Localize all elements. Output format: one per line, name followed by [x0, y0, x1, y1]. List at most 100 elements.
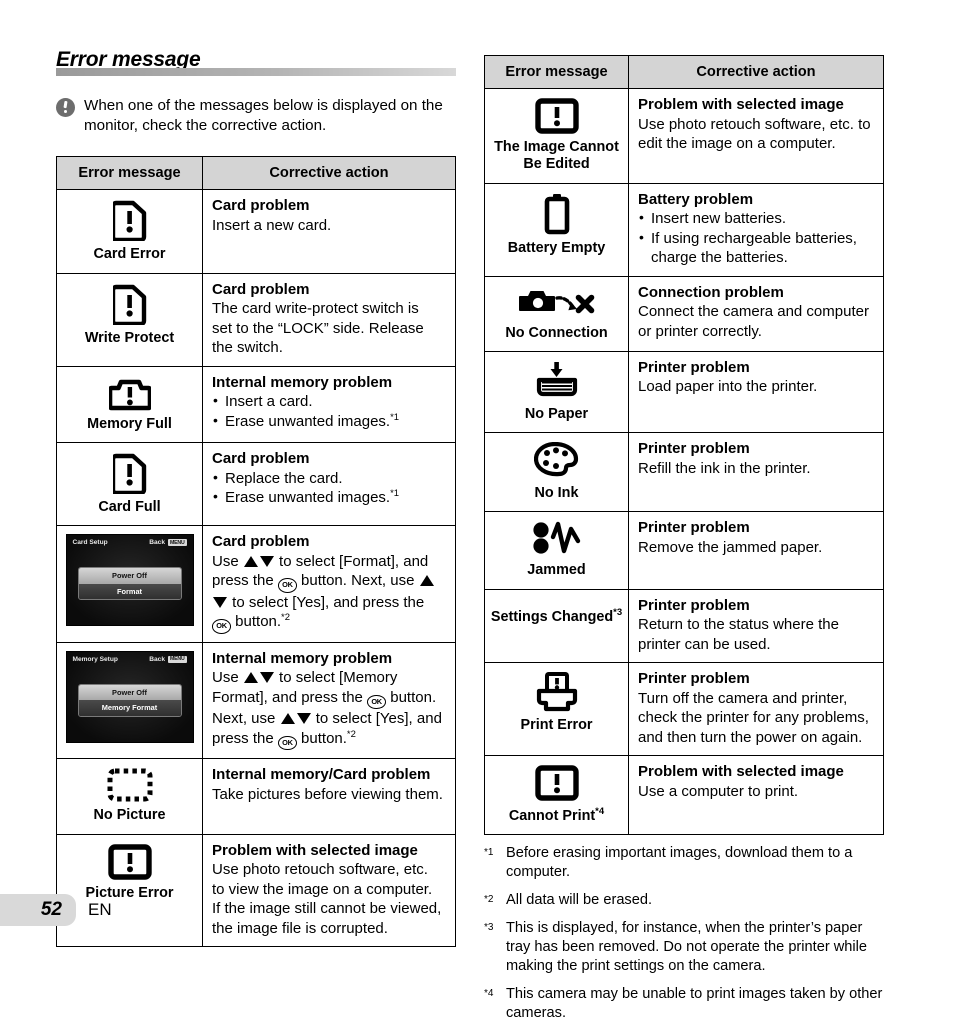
action-title: Problem with selected image — [638, 763, 844, 781]
lcd-menu-list: Power Off Format — [77, 567, 182, 601]
action-bullet: Erase unwanted images.*1 — [212, 487, 447, 508]
right-column: Error message Corrective action The Imag… — [484, 55, 884, 1032]
message-cell: The Image Cannot Be Edited — [484, 88, 629, 184]
action-cell: Connection problem Connect the camera an… — [628, 275, 884, 352]
action-title: Printer problem — [638, 358, 750, 376]
message-cell: Card Setup Back MENU Power Off Format — [56, 525, 203, 643]
instr-prefix: Use — [212, 552, 239, 570]
message-label: Settings Changed*3 — [491, 607, 622, 626]
action-bullet: Insert a card. — [212, 391, 447, 412]
action-cell: Problem with selected image Use photo re… — [202, 833, 456, 948]
down-triangle-icon — [296, 709, 311, 729]
action-line: If the image still cannot be viewed, — [212, 900, 442, 918]
action-title: Printer problem — [638, 519, 750, 537]
lcd-menu-item: Power Off — [78, 684, 181, 701]
footnote-ref: *1 — [390, 488, 400, 499]
error-table-left: Error message Corrective action Card Err… — [56, 156, 456, 948]
paper-tray-icon — [534, 361, 580, 401]
action-bullet-text: If using rechargeable batteries, charge … — [651, 229, 857, 267]
lcd-menu-list: Power Off Memory Format — [77, 683, 182, 717]
lcd-title: Card Setup — [72, 539, 108, 547]
sd-card-exclamation-icon — [112, 199, 147, 242]
instr-text: Format], and press the — [212, 688, 363, 706]
sd-card-exclamation-icon — [112, 283, 147, 325]
lcd-card-setup-screen: Card Setup Back MENU Power Off Format — [65, 534, 194, 627]
action-bullet: Erase unwanted images.*1 — [212, 411, 447, 432]
action-cell: Problem with selected image Use photo re… — [628, 88, 884, 184]
footnote-ref: *1 — [390, 411, 400, 423]
action-bullet-text: Erase unwanted images. — [225, 412, 391, 430]
lcd-menu-item: Power Off — [78, 568, 181, 584]
action-line: Return to the status where the — [638, 616, 839, 634]
menu-key-icon: MENU — [168, 539, 187, 547]
message-label: Write Protect — [84, 329, 175, 346]
footnote-item: *4 This camera may be unable to print im… — [484, 985, 884, 1023]
action-line: Connect the camera and computer — [638, 303, 869, 321]
message-cell: Settings Changed*3 — [484, 588, 629, 664]
down-triangle-icon — [259, 668, 274, 688]
action-cell: Internal memory/Card problem Take pictur… — [202, 758, 456, 835]
action-title: Battery problem — [638, 190, 754, 208]
action-cell: Problem with selected image Use a comput… — [628, 755, 884, 836]
lcd-title: Memory Setup — [72, 655, 118, 663]
action-title: Card problem — [212, 450, 310, 467]
page-footer: 52 EN — [0, 894, 112, 926]
table-row: Picture Error Problem with selected imag… — [56, 833, 456, 948]
table-row: The Image Cannot Be Edited Problem with … — [484, 88, 884, 184]
action-cell: Card problem Insert a new card. — [202, 189, 456, 274]
framed-exclamation-icon — [534, 98, 579, 134]
message-label: The Image Cannot Be Edited — [494, 139, 619, 173]
action-line: Use a computer to print. — [638, 782, 799, 800]
instr-text: to select [Format], and — [279, 552, 429, 570]
palette-icon — [533, 442, 580, 480]
camera-exclamation-icon — [108, 376, 151, 411]
table-row: Memory Full Internal memory problem Inse… — [56, 365, 456, 444]
action-title: Card problem — [212, 197, 310, 215]
lcd-menu-item: Format — [78, 583, 181, 600]
action-title: Internal memory/Card problem — [212, 766, 431, 784]
lcd-titlebar: Memory Setup Back MENU — [72, 655, 187, 663]
action-bullet: Replace the card. — [212, 468, 447, 489]
message-cell: Battery Empty — [484, 182, 629, 277]
action-cell: Card problem The card write-protect swit… — [202, 272, 456, 367]
up-triangle-icon — [243, 668, 258, 688]
table-header-row: Error message Corrective action — [56, 156, 456, 191]
action-line: printer can be used. — [638, 635, 771, 653]
action-bullet-text: Replace the card. — [225, 469, 343, 487]
instr-prefix: Use — [212, 669, 239, 687]
message-label: Jammed — [527, 562, 586, 579]
footnote-text: This is displayed, for instance, when th… — [506, 920, 867, 975]
message-label: No Paper — [524, 405, 589, 422]
footnote-text: All data will be erased. — [506, 892, 653, 909]
table-row: Card Setup Back MENU Power Off Format Ca… — [56, 525, 456, 643]
action-line: set to the “LOCK” side. Release — [212, 319, 424, 337]
left-column: Error message When one of the messages b… — [56, 48, 456, 948]
action-bullet-text: Insert new batteries. — [651, 210, 787, 228]
table-row: Card Full Card problem Replace the card.… — [56, 441, 456, 527]
message-cell: Write Protect — [56, 272, 203, 367]
action-cell: Card problem Replace the card. Erase unw… — [202, 441, 456, 527]
up-triangle-icon — [243, 552, 258, 572]
up-triangle-icon — [419, 571, 434, 591]
message-cell: No Picture — [56, 758, 203, 835]
action-cell: Printer problem Load paper into the prin… — [628, 350, 884, 434]
table-row: Battery Empty Battery problem Insert new… — [484, 182, 884, 277]
footnote-mark: *1 — [484, 847, 494, 859]
message-cell: Card Error — [56, 189, 203, 274]
footnote-ref: *2 — [281, 612, 291, 624]
footnote-item: *3 This is displayed, for instance, when… — [484, 919, 884, 976]
message-cell: Print Error — [484, 662, 629, 757]
footnote-mark: *4 — [484, 988, 494, 1000]
table-row: Print Error Printer problem Turn off the… — [484, 662, 884, 757]
instr-text: button. Next, use — [301, 572, 415, 590]
message-label: Print Error — [520, 717, 593, 734]
action-title: Internal memory problem — [212, 373, 393, 391]
action-bullet: Insert new batteries. — [638, 208, 875, 229]
footnote-text: Before erasing important images, downloa… — [506, 845, 853, 881]
ok-button-icon: OK — [367, 694, 387, 710]
lcd-back-control: Back MENU — [149, 655, 187, 663]
exclamation-circle-icon — [56, 98, 75, 117]
up-triangle-icon — [280, 709, 295, 729]
menu-key-icon: MENU — [168, 655, 187, 663]
lcd-menu-item: Memory Format — [78, 700, 181, 716]
